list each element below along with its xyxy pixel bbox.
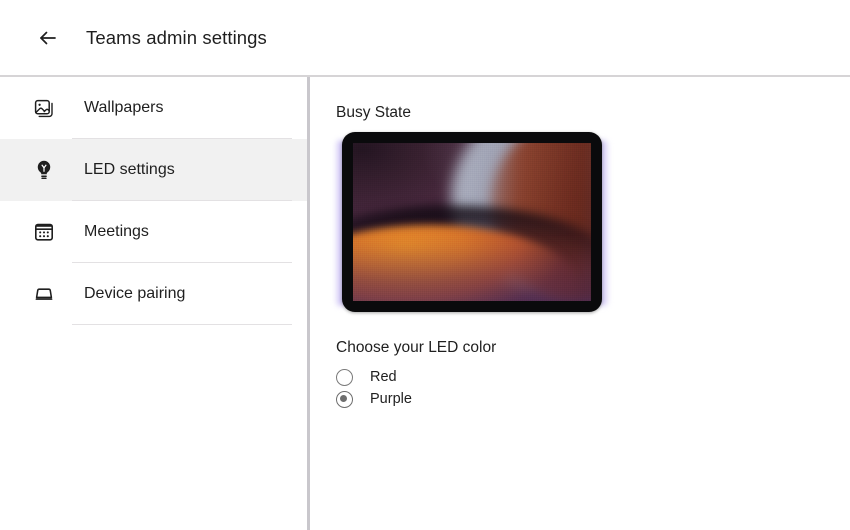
radio-button-purple[interactable] bbox=[336, 390, 353, 408]
sidebar-item-meetings[interactable]: Meetings bbox=[0, 201, 307, 263]
sidebar-item-label: Wallpapers bbox=[84, 99, 164, 116]
radio-button-red[interactable] bbox=[336, 368, 353, 386]
sidebar-item-led-settings[interactable]: LED settings bbox=[0, 139, 307, 201]
wallpaper-grain bbox=[353, 143, 591, 301]
sidebar-item-label: Meetings bbox=[84, 223, 149, 240]
section-title: Busy State bbox=[336, 104, 411, 121]
image-icon bbox=[32, 96, 56, 120]
sidebar-item-wallpapers[interactable]: Wallpapers bbox=[0, 77, 307, 139]
radio-label-purple: Purple bbox=[370, 391, 412, 407]
lightbulb-icon bbox=[32, 158, 56, 182]
calendar-icon bbox=[32, 220, 56, 244]
sidebar-item-device-pairing[interactable]: Device pairing bbox=[0, 263, 307, 325]
sidebar-item-label: Device pairing bbox=[84, 285, 186, 302]
back-button[interactable] bbox=[28, 18, 68, 58]
settings-sidebar: Wallpapers LED settings Meetings Device … bbox=[0, 77, 307, 530]
app-header: Teams admin settings bbox=[0, 0, 850, 76]
led-color-radio-group: Red Purple bbox=[336, 367, 412, 411]
main-content: Busy State Choose your LED color Red Pur… bbox=[310, 77, 850, 530]
page-title: Teams admin settings bbox=[86, 27, 267, 48]
tablet-device-frame bbox=[342, 132, 602, 312]
device-icon bbox=[32, 282, 56, 306]
radio-option-red[interactable]: Red bbox=[336, 367, 412, 387]
arrow-left-icon bbox=[35, 25, 61, 51]
tablet-screen-wallpaper bbox=[353, 143, 591, 301]
sidebar-divider bbox=[72, 324, 292, 325]
teams-admin-settings-window: Teams admin settings Wallpapers LED sett… bbox=[0, 0, 850, 530]
device-preview bbox=[335, 132, 609, 318]
radio-label-red: Red bbox=[370, 369, 397, 385]
sidebar-item-label: LED settings bbox=[84, 161, 175, 178]
body-area: Wallpapers LED settings Meetings Device … bbox=[0, 77, 850, 530]
radio-option-purple[interactable]: Purple bbox=[336, 389, 412, 409]
led-color-group-title: Choose your LED color bbox=[336, 339, 497, 356]
